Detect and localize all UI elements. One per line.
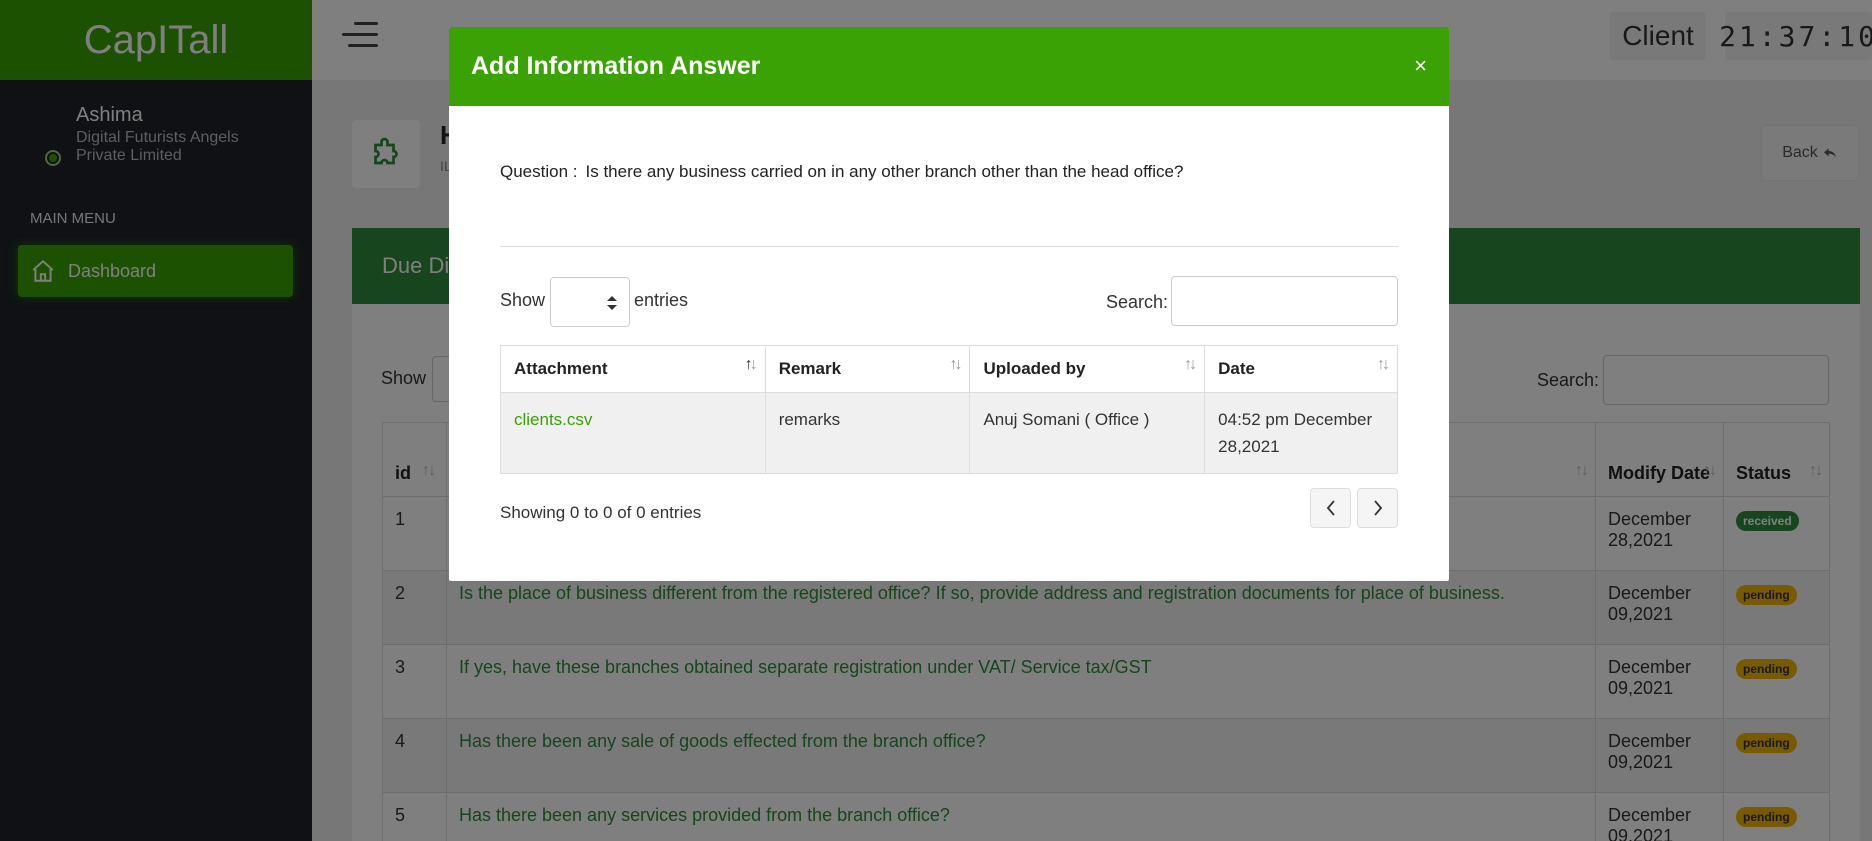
- show-label: Show: [500, 290, 546, 310]
- table-header-row: Attachment ↑↓ Remark ↑↓ Uploaded by ↑↓ Date…: [500, 345, 1398, 393]
- entries-label: entries: [634, 290, 689, 310]
- table-info: Showing 0 to 0 of 0 entries: [500, 503, 702, 522]
- date-cell: 04:52 pm December 28,2021: [1204, 392, 1398, 474]
- question-label: Question :: [500, 162, 578, 181]
- sort-caret-icon: [607, 296, 617, 310]
- modal-title: Add Information Answer: [471, 52, 761, 80]
- table-row: clients.csv remarks Anuj Somani ( Office…: [500, 392, 1398, 474]
- question-text: Question : Is there any business carried …: [500, 162, 1183, 182]
- column-header-attachment[interactable]: Attachment ↑↓: [500, 345, 766, 393]
- attachment-link[interactable]: clients.csv: [500, 392, 766, 474]
- chevron-left-icon: [1326, 500, 1335, 516]
- next-page-button[interactable]: [1357, 488, 1398, 528]
- column-header-remark[interactable]: Remark ↑↓: [764, 345, 971, 393]
- column-header-date[interactable]: Date ↑↓: [1204, 345, 1398, 393]
- close-icon[interactable]: ×: [1414, 53, 1427, 79]
- modal-header: Add Information Answer ×: [449, 27, 1449, 106]
- search-label: Search:: [1106, 292, 1169, 312]
- chevron-right-icon: [1373, 500, 1382, 516]
- divider: [500, 246, 1398, 247]
- uploaded-by-cell: Anuj Somani ( Office ): [969, 392, 1206, 474]
- entries-per-page-select[interactable]: [550, 277, 630, 327]
- search-input[interactable]: [1171, 276, 1398, 326]
- add-information-answer-modal: Add Information Answer × Question : Is th…: [449, 27, 1449, 581]
- column-header-uploaded-by[interactable]: Uploaded by ↑↓: [969, 345, 1206, 393]
- question-value: Is there any business carried on in any …: [585, 162, 1184, 181]
- remark-cell: remarks: [764, 392, 971, 474]
- previous-page-button[interactable]: [1310, 488, 1351, 528]
- attachments-table: Attachment ↑↓ Remark ↑↓ Uploaded by ↑↓ Date…: [500, 345, 1398, 474]
